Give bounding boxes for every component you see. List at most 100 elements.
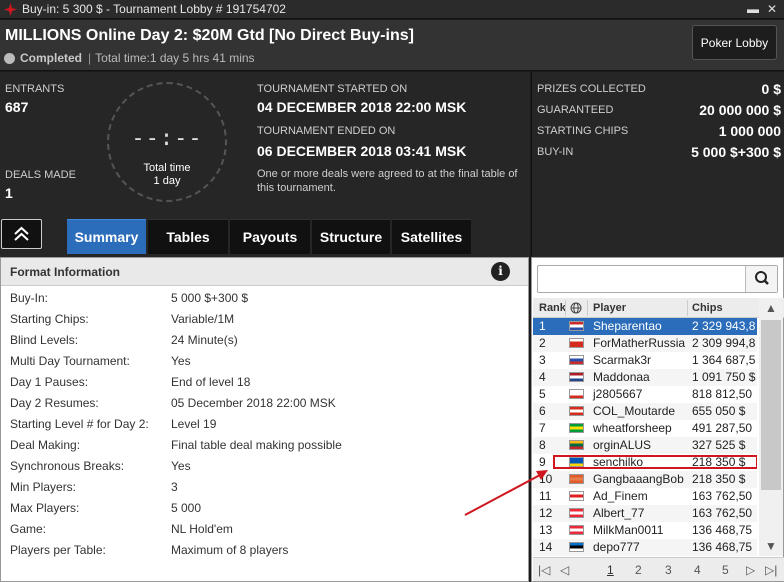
format-value: End of level 18: [171, 375, 251, 389]
format-key: Players per Table:: [10, 543, 106, 557]
country-flag-icon: [569, 389, 584, 399]
player-row[interactable]: 12 Albert_77 163 762,50: [533, 505, 757, 522]
format-value: Yes: [171, 354, 191, 368]
prize-value: 1 000 000: [718, 123, 781, 139]
country-flag-icon: [569, 423, 584, 433]
player-name: MilkMan0011: [593, 523, 664, 537]
close-button[interactable]: ✕: [764, 1, 780, 17]
format-value: Maximum of 8 players: [171, 543, 289, 557]
format-key: Multi Day Tournament:: [10, 354, 130, 368]
player-search-input[interactable]: [542, 270, 738, 288]
format-row: Synchronous Breaks: Yes: [10, 456, 520, 477]
status-completed: Completed: [20, 51, 83, 65]
format-row: Buy-In: 5 000 $+300 $: [10, 288, 520, 309]
format-row: Game: NL Hold'em: [10, 519, 520, 540]
tab-satellites[interactable]: Satellites: [392, 219, 471, 254]
player-rank: 4: [539, 370, 546, 384]
column-chips[interactable]: Chips: [692, 302, 723, 314]
prizes-panel: PRIZES COLLECTED 0 $ GUARANTEED 20 000 0…: [531, 72, 784, 257]
format-value: NL Hold'em: [171, 522, 233, 536]
entrants-value: 687: [5, 99, 29, 115]
player-rank: 12: [539, 506, 553, 520]
minimize-button[interactable]: ▬: [745, 1, 761, 17]
scrollbar-thumb[interactable]: [761, 320, 781, 490]
player-row[interactable]: 6 COL_Moutarde 655 050 $: [533, 403, 757, 420]
player-row[interactable]: 1 Sheparentao 2 329 943,8: [533, 318, 757, 335]
info-icon[interactable]: i: [491, 262, 510, 281]
prev-page-button[interactable]: ◁: [560, 563, 569, 577]
format-row: Min Players: 3: [10, 477, 520, 498]
player-row[interactable]: 10 GangbaaangBob 218 350 $: [533, 471, 757, 488]
player-row[interactable]: 2 ForMatherRussia 2 309 994,8: [533, 335, 757, 352]
page-5[interactable]: 5: [722, 563, 729, 577]
page-2[interactable]: 2: [635, 563, 642, 577]
status-dot-icon: [4, 52, 15, 64]
player-name: orginALUS: [593, 438, 652, 452]
player-rank: 13: [539, 523, 553, 537]
scroll-up-icon[interactable]: ▲: [759, 298, 783, 318]
title-bar: Buy-in: 5 300 $ - Tournament Lobby # 191…: [0, 0, 784, 19]
format-key: Day 2 Resumes:: [10, 396, 99, 410]
format-value: 3: [171, 480, 178, 494]
country-flag-icon: [569, 508, 584, 518]
prize-label: BUY-IN: [537, 146, 574, 158]
player-rank: 6: [539, 404, 546, 418]
format-row: Max Players: 5 000: [10, 498, 520, 519]
format-value: Level 19: [171, 417, 217, 431]
page-3[interactable]: 3: [665, 563, 672, 577]
format-row: Deal Making: Final table deal making poss…: [10, 435, 520, 456]
clock-label: Total time: [143, 162, 191, 174]
format-value: 5 000: [171, 501, 202, 515]
country-flag-icon: [569, 491, 584, 501]
player-chips: 136 468,75: [692, 540, 753, 554]
format-value: Variable/1M: [171, 312, 235, 326]
column-divider: [565, 300, 566, 316]
column-divider: [587, 300, 588, 316]
tab-tables[interactable]: Tables: [148, 219, 228, 254]
player-row[interactable]: 5 j2805667 818 812,50: [533, 386, 757, 403]
player-rank: 2: [539, 336, 546, 350]
search-button[interactable]: [745, 266, 777, 292]
column-rank[interactable]: Rank: [539, 302, 566, 314]
players-scrollbar[interactable]: ▲ ▼: [759, 298, 783, 556]
player-chips: 163 762,50: [692, 506, 753, 520]
player-row[interactable]: 8 orginALUS 327 525 $: [533, 437, 757, 454]
prize-value: 20 000 000 $: [699, 102, 781, 118]
country-flag-icon: [569, 338, 584, 348]
ended-value: 06 DECEMBER 2018 03:41 MSK: [257, 143, 467, 159]
player-chips: 136 468,75: [692, 523, 753, 537]
players-table-header: Rank Player Chips: [533, 298, 784, 318]
player-rank: 3: [539, 353, 546, 367]
status-separator: |: [88, 51, 92, 65]
collapse-button[interactable]: [1, 219, 42, 249]
player-row[interactable]: 7 wheatforsheep 491 287,50: [533, 420, 757, 437]
player-rank: 8: [539, 438, 546, 452]
format-key: Game:: [10, 522, 47, 536]
player-row[interactable]: 4 Maddonaa 1 091 750 $: [533, 369, 757, 386]
clock-digits: --:--: [131, 126, 203, 151]
player-row[interactable]: 13 MilkMan0011 136 468,75: [533, 522, 757, 539]
next-page-button[interactable]: ▷: [746, 563, 755, 577]
tab-summary[interactable]: Summary: [67, 219, 146, 254]
globe-icon[interactable]: [570, 302, 582, 314]
tab-structure[interactable]: Structure: [312, 219, 390, 254]
format-value: 24 Minute(s): [171, 333, 238, 347]
player-row[interactable]: 3 Scarmak3r 1 364 687,5: [533, 352, 757, 369]
prize-row-buy-in: BUY-IN 5 000 $+300 $: [537, 144, 781, 162]
prize-row-guaranteed: GUARANTEED 20 000 000 $: [537, 102, 781, 120]
player-row[interactable]: 11 Ad_Finem 163 762,50: [533, 488, 757, 505]
player-name: Scarmak3r: [593, 353, 652, 367]
tab-payouts[interactable]: Payouts: [230, 219, 310, 254]
player-row[interactable]: 14 depo777 136 468,75: [533, 539, 757, 556]
window-title: Buy-in: 5 300 $ - Tournament Lobby # 191…: [22, 2, 286, 16]
first-page-button[interactable]: |◁: [538, 563, 550, 577]
last-page-button[interactable]: ▷|: [765, 563, 777, 577]
scroll-down-icon[interactable]: ▼: [759, 536, 783, 556]
column-player[interactable]: Player: [593, 302, 626, 314]
player-name: GangbaaangBob: [593, 472, 684, 486]
player-rank: 1: [539, 319, 546, 333]
page-1[interactable]: 1: [607, 563, 614, 577]
page-4[interactable]: 4: [694, 563, 701, 577]
country-flag-icon: [569, 355, 584, 365]
poker-lobby-button[interactable]: Poker Lobby: [692, 25, 777, 60]
